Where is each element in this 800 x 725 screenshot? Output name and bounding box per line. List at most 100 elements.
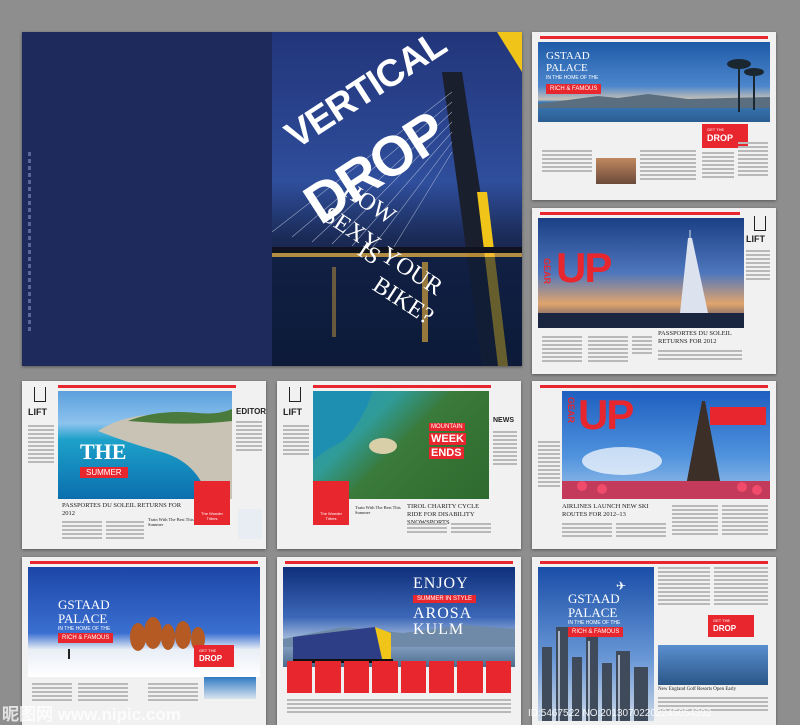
chairlift-icon — [754, 216, 766, 231]
tag-line-1: GET THE — [713, 618, 731, 623]
lift-text: LIFT — [746, 234, 765, 244]
body-text-column — [106, 521, 144, 541]
sidebar-text-column — [493, 431, 517, 467]
banner-line-3: ENDS — [429, 447, 464, 459]
summer-subhead: Train With The Best This Summer — [148, 517, 194, 527]
watermark-right: ID:5467522 NO:20130702202245054392 — [528, 708, 712, 719]
eiffel-tower-photo: GEAR UP — [562, 391, 770, 499]
card-caption: The Wonder Tribes — [201, 511, 223, 521]
red-tab — [457, 661, 483, 693]
harbor-thumbnail — [658, 645, 768, 685]
train-lake-photo: ENJOY SUMMER IN STYLE AROSA KULM — [283, 567, 515, 667]
wonder-tribes-card: The Wonder Tribes — [313, 481, 349, 525]
top-red-bar — [30, 561, 258, 564]
body-text-column — [672, 505, 718, 537]
gstaad-title-2: PALACE — [546, 62, 588, 74]
body-text-column — [616, 523, 666, 539]
top-red-bar — [540, 36, 768, 39]
spine-text — [28, 152, 31, 332]
gstaad-subtitle: IN THE HOME OF THE — [546, 75, 599, 81]
golf-headline: New England Golf Resorts Open Early — [658, 687, 737, 692]
lift-logo: LIFT — [28, 407, 47, 417]
tag-line-2: DROP — [199, 654, 223, 663]
red-tab — [287, 661, 313, 693]
watermark-left: 昵图网 www.nipic.com — [2, 705, 181, 724]
sidebar-text-column — [28, 425, 54, 465]
gear-label: GEAR — [566, 397, 576, 424]
gearup-headline: PASSPORTES DU SOLEIL RETURNS FOR 2012 — [658, 330, 732, 345]
tag-line-1: GET THE — [199, 648, 217, 653]
gstaad-subtitle: IN THE HOME OF THE — [58, 626, 111, 632]
summer-badge: SUMMER — [80, 467, 128, 478]
summer-style-badge: SUMMER IN STYLE — [413, 595, 477, 603]
top-red-bar — [285, 561, 513, 564]
chairlift-icon — [34, 387, 46, 402]
get-the-drop-tag: GET THE DROP — [194, 645, 234, 667]
mountain-weekends-banner: MOUNTAIN WEEK ENDS — [423, 421, 483, 463]
rich-famous-badge: RICH & FAMOUS — [546, 84, 602, 94]
summer-spread: LIFT THE SUMMER EDITOR The Wonder Tribes… — [22, 381, 266, 549]
skier-thumbnail — [238, 509, 262, 539]
arosa-kulm-spread: ENJOY SUMMER IN STYLE AROSA KULM — [277, 557, 521, 725]
body-text-column — [640, 150, 696, 182]
red-tab — [485, 661, 511, 693]
card-caption: The Wonder Tribes — [320, 511, 342, 521]
sunset-thumbnail — [596, 158, 636, 184]
gstaad-subtitle: IN THE HOME OF THE — [568, 620, 621, 626]
body-text-column — [738, 142, 768, 178]
body-text-column — [542, 150, 592, 174]
cover-right-page: VERTICAL DROP HOW SEXY IS YOUR BIKE? — [272, 32, 522, 366]
top-red-bar — [540, 561, 768, 564]
red-tab — [372, 661, 398, 693]
enjoy-title: ENJOY — [413, 575, 469, 592]
red-tab — [400, 661, 426, 693]
mountain-weekends-spread: LIFT MOUNTAIN WEEK ENDS NEWS The Wonder … — [277, 381, 521, 549]
body-text-column — [562, 523, 612, 539]
top-red-bar — [540, 385, 768, 388]
lift-logo: LIFT — [283, 407, 302, 417]
body-text-column — [714, 567, 768, 607]
gearup2-headline: AIRLINES LAUNCH NEW SKI ROUTES FOR 2012–… — [562, 503, 649, 518]
body-text-column — [287, 699, 511, 715]
top-red-bar — [313, 385, 491, 388]
the-title: THE — [80, 439, 127, 464]
sidebar-text-column — [538, 441, 560, 489]
red-caption-block — [710, 407, 766, 425]
body-text-column — [62, 521, 102, 541]
brochure-mockup-canvas: { "cover": { "title1": "VERTICAL", "titl… — [0, 0, 800, 725]
body-text-column — [658, 567, 710, 607]
gstaad-title-2: PALACE — [568, 605, 618, 620]
banner-line-1: MOUNTAIN — [429, 423, 465, 431]
sidebar-text-column — [746, 250, 770, 282]
chairlift-icon — [289, 387, 301, 402]
sidebar-text-column — [283, 425, 309, 457]
banner-line-2: WEEK — [429, 433, 466, 445]
body-text-column — [632, 336, 652, 356]
summer-headline: PASSPORTES DU SOLEIL RETURNS FOR 2012 — [62, 502, 182, 517]
gearup-spread-1: GEAR UP LIFT PASSPORTES DU SOLEIL RETURN… — [532, 208, 776, 374]
wonder-tribes-card: The Wonder Tribes — [194, 481, 230, 525]
red-tab — [315, 661, 341, 693]
cover-left-page — [22, 32, 272, 366]
tag-line-2: DROP — [713, 624, 737, 633]
body-text-column — [451, 523, 491, 535]
resort-pool-thumbnail — [204, 677, 256, 699]
tag-line-2: DROP — [707, 133, 734, 143]
red-tab — [343, 661, 370, 693]
gstaad-spread-3: GSTAAD PALACE IN THE HOME OF THE RICH & … — [532, 557, 776, 725]
red-tab-row — [287, 661, 511, 693]
lift-logo: LIFT — [746, 234, 765, 244]
body-text-column — [722, 505, 768, 537]
kulm-title: KULM — [413, 621, 465, 638]
gearup-spread-2: GEAR UP AIRLINES LAUNCH NEW SKI ROUTES F… — [532, 381, 776, 549]
body-text-column — [542, 336, 582, 364]
gear-label: GEAR — [542, 258, 552, 285]
sidebar-text-column — [236, 421, 262, 453]
body-text-column — [407, 523, 447, 535]
top-red-bar — [58, 385, 236, 388]
cover-spread: VERTICAL DROP HOW SEXY IS YOUR BIKE? — [22, 32, 522, 366]
editor-label: EDITOR — [236, 407, 266, 416]
gstaad-title-2: PALACE — [58, 611, 108, 626]
rich-famous-badge: RICH & FAMOUS — [568, 627, 624, 637]
up-title: UP — [578, 391, 634, 438]
